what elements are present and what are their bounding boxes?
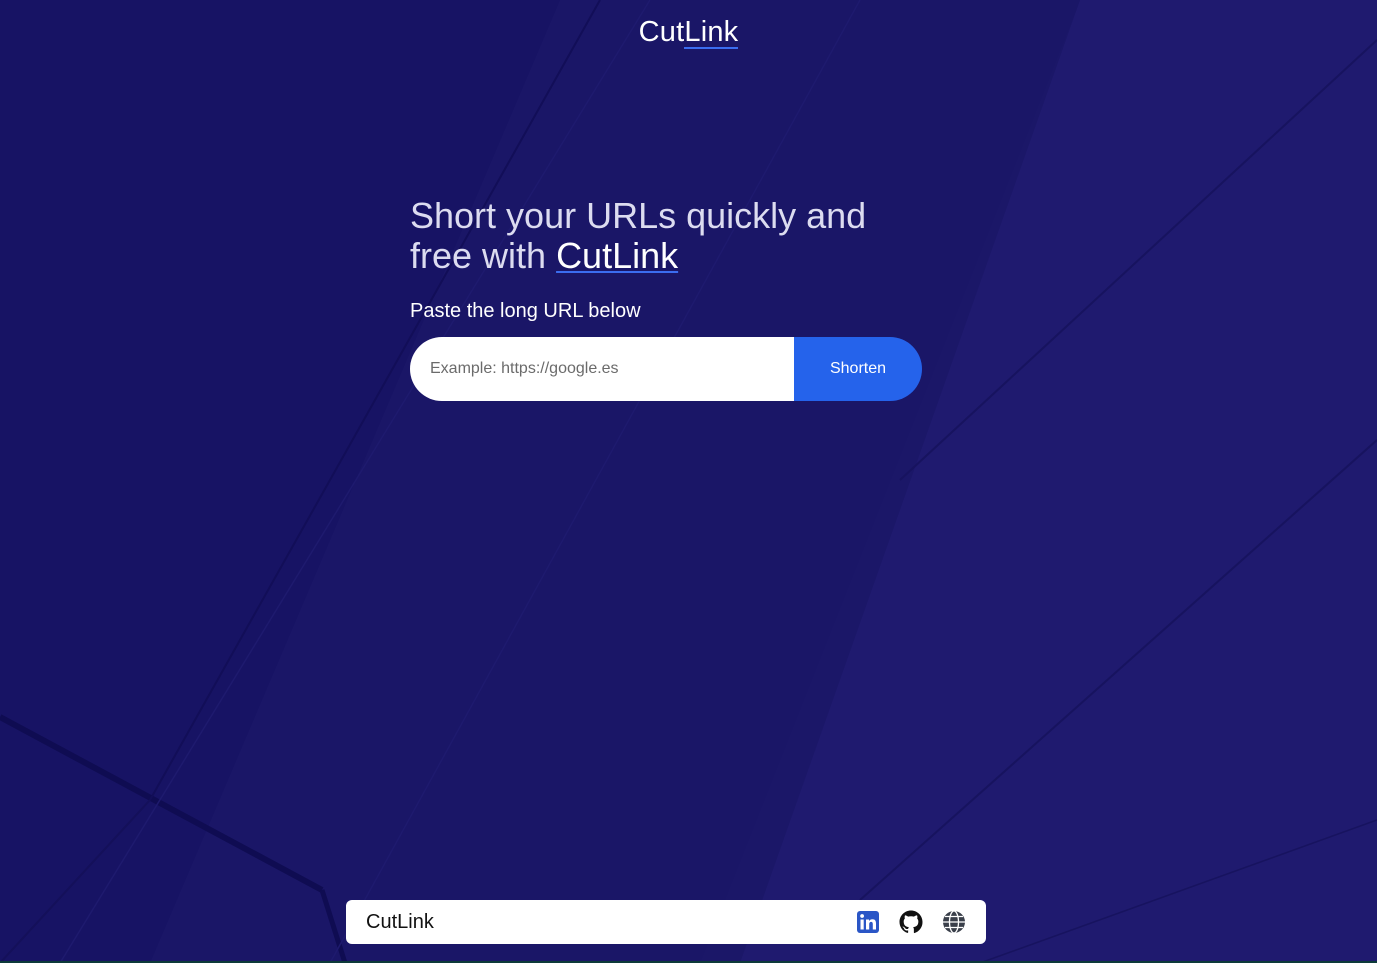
shorten-button[interactable]: Shorten: [794, 337, 922, 401]
hero-title-brand: CutLink: [556, 235, 679, 276]
hero-section: Short your URLs quickly and free with Cu…: [410, 196, 930, 323]
footer-bar: CutLink: [346, 900, 986, 944]
url-input[interactable]: [410, 337, 794, 401]
hero-title: Short your URLs quickly and free with Cu…: [410, 196, 930, 276]
app-logo[interactable]: CutLink: [0, 16, 1377, 49]
footer-brand: CutLink: [366, 910, 434, 933]
hero-subtitle: Paste the long URL below: [410, 300, 641, 322]
linkedin-icon[interactable]: [856, 910, 880, 934]
shorten-form: Shorten: [410, 337, 922, 401]
globe-icon[interactable]: [942, 910, 966, 934]
footer-social-links: [856, 910, 966, 934]
logo-link-text: Link: [684, 16, 739, 49]
background-pattern: [0, 0, 1377, 963]
logo-cut-text: Cut: [638, 16, 685, 48]
github-icon[interactable]: [899, 910, 923, 934]
